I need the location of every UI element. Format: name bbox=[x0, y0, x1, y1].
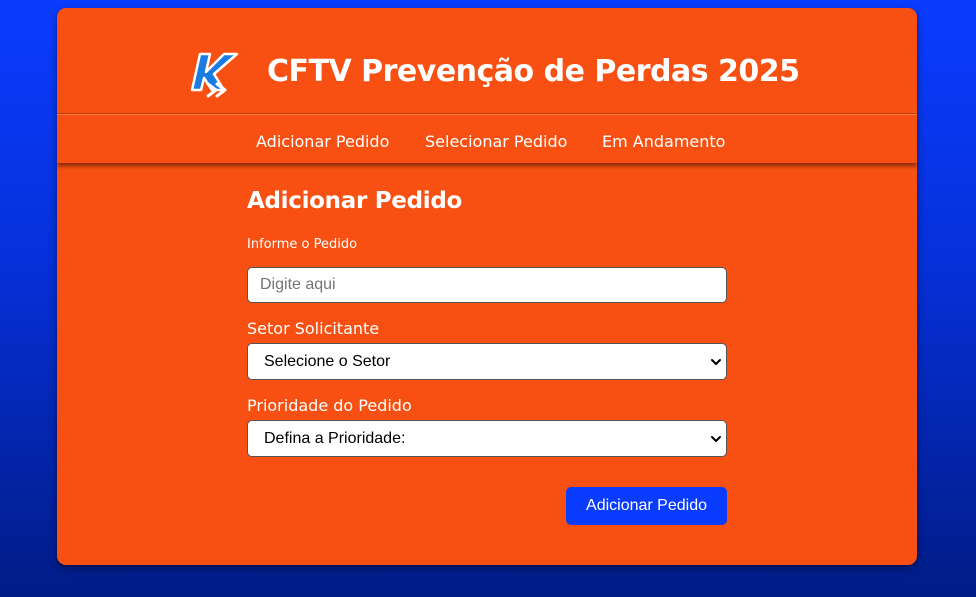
chevron-down-icon bbox=[711, 359, 721, 365]
nav-item-em-andamento[interactable]: Em Andamento bbox=[602, 132, 725, 151]
sector-field-label: Setor Solicitante bbox=[247, 319, 380, 338]
priority-select[interactable]: Defina a Prioridade: bbox=[247, 420, 727, 457]
sector-select[interactable]: Selecione o Setor bbox=[247, 343, 727, 380]
priority-select-value: Defina a Prioridade: bbox=[264, 429, 406, 447]
priority-field-label: Prioridade do Pedido bbox=[247, 396, 412, 415]
chevron-down-icon bbox=[711, 436, 721, 442]
add-order-button[interactable]: Adicionar Pedido bbox=[566, 487, 727, 525]
order-field-label: Informe o Pedido bbox=[247, 237, 358, 252]
k-arrows-logo-icon bbox=[190, 52, 239, 98]
order-input[interactable] bbox=[247, 267, 727, 303]
sector-select-value: Selecione o Setor bbox=[264, 352, 391, 370]
form-heading: Adicionar Pedido bbox=[247, 188, 462, 214]
top-nav: Adicionar Pedido Selecionar Pedido Em An… bbox=[57, 114, 917, 163]
nav-item-adicionar-pedido[interactable]: Adicionar Pedido bbox=[256, 132, 389, 151]
main-card: CFTV Prevenção de Perdas 2025 Adicionar … bbox=[57, 8, 917, 565]
header: CFTV Prevenção de Perdas 2025 bbox=[57, 8, 917, 114]
nav-item-selecionar-pedido[interactable]: Selecionar Pedido bbox=[425, 132, 567, 151]
page-title: CFTV Prevenção de Perdas 2025 bbox=[267, 54, 800, 89]
